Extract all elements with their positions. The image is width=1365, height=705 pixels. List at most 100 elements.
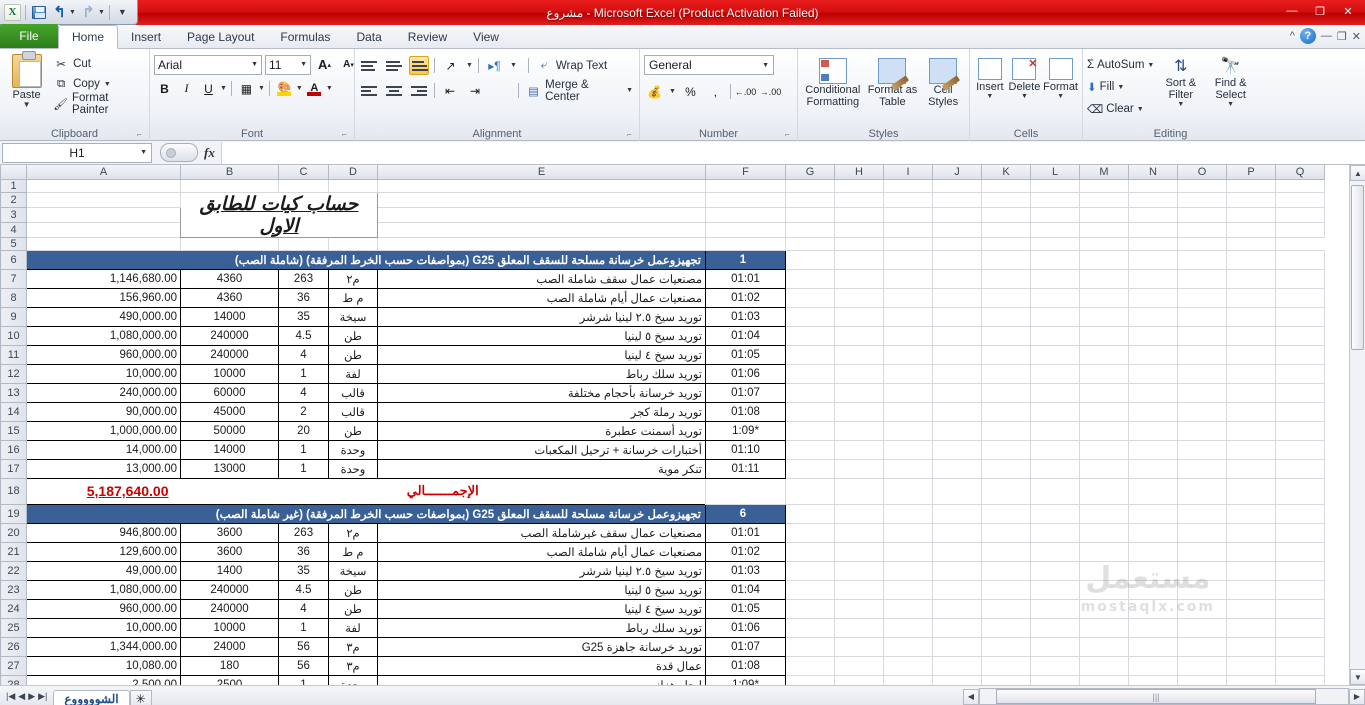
cell[interactable] [1226,221,1276,238]
cell[interactable] [1226,236,1276,251]
cell[interactable] [1030,249,1080,270]
section1-header-number[interactable]: 1 [705,249,786,270]
cell[interactable] [1128,420,1178,441]
cell-unit[interactable]: سيخة [328,560,378,581]
cell[interactable] [1275,541,1325,562]
cell[interactable] [883,503,933,524]
select-all-corner[interactable] [0,165,27,180]
cell[interactable] [1226,178,1276,193]
row-header[interactable]: 6 [0,249,27,270]
cell[interactable] [981,268,1031,289]
cell[interactable] [883,401,933,422]
cell[interactable] [834,598,884,619]
cell-unit-price[interactable]: 60000 [180,382,279,403]
cell[interactable] [1275,636,1325,657]
cell-amount[interactable]: 13,000.00 [26,458,181,479]
cell[interactable] [705,236,786,251]
cell[interactable] [1177,344,1227,365]
cell[interactable] [785,541,835,562]
cell[interactable] [1275,522,1325,543]
cell[interactable] [883,221,933,238]
cell[interactable] [1226,655,1276,676]
copy-button[interactable]: ⧉ Copy ▼ [51,74,145,94]
cell[interactable] [1128,477,1178,505]
cell[interactable] [1079,522,1129,543]
cell[interactable] [1275,344,1325,365]
cell-quantity[interactable]: 1 [278,363,329,384]
cell[interactable] [705,477,786,505]
column-header-d[interactable]: D [328,165,378,180]
cell-description[interactable]: تنكر موية [377,458,706,479]
cell-code[interactable]: 01:03 [705,306,786,327]
prev-sheet-icon[interactable]: ◀ [18,691,25,702]
hscroll-left-icon[interactable]: ◀ [963,688,979,705]
cell[interactable] [883,325,933,346]
cell[interactable] [834,401,884,422]
cell[interactable] [1226,636,1276,657]
paste-button[interactable]: Paste ▼ [4,51,49,109]
redo-icon[interactable]: ↱ [80,4,97,21]
restore-window-icon[interactable]: ❐ [1337,30,1347,43]
cell[interactable] [785,579,835,600]
wrap-text-button[interactable]: ⤶ Wrap Text [534,56,609,76]
cell[interactable] [932,439,982,460]
cell[interactable] [1128,236,1178,251]
number-format-select[interactable]: General ▼ [644,55,774,75]
row-header[interactable]: 13 [0,382,27,403]
cell[interactable] [981,522,1031,543]
close-button[interactable]: ✕ [1335,2,1361,20]
cell[interactable] [1226,382,1276,403]
cell[interactable] [1275,420,1325,441]
cell-description[interactable]: توريد أسمنت عطبرة [377,420,706,441]
cell[interactable] [1177,382,1227,403]
align-center-icon[interactable] [384,81,404,100]
delete-cells-button[interactable]: ✕ Delete ▼ [1008,56,1041,100]
cell[interactable] [377,178,706,193]
cell[interactable] [834,178,884,193]
cell[interactable] [1275,503,1325,524]
cell-description[interactable]: توريد خرسانة جاهزة G25 [377,636,706,657]
cell-unit-price[interactable]: 13000 [180,458,279,479]
cell[interactable] [981,420,1031,441]
cell[interactable] [834,655,884,676]
cell[interactable] [1275,401,1325,422]
cell[interactable] [1030,363,1080,384]
row-header[interactable]: 15 [0,420,27,441]
cell-quantity[interactable]: 35 [278,560,329,581]
cell[interactable] [1128,401,1178,422]
cell[interactable] [1275,268,1325,289]
row-header[interactable]: 1 [0,178,27,193]
cell-unit-price[interactable]: 240000 [180,344,279,365]
cell[interactable] [1079,382,1129,403]
cell[interactable] [981,617,1031,638]
restore-button[interactable]: ❐ [1307,2,1333,20]
cell[interactable] [1177,178,1227,193]
align-top-icon[interactable] [359,56,379,75]
cell[interactable] [1030,598,1080,619]
cell[interactable] [1226,401,1276,422]
cell[interactable] [1030,655,1080,676]
cell[interactable] [1128,325,1178,346]
cell[interactable] [1128,503,1178,524]
cell-unit-price[interactable]: 50000 [180,420,279,441]
cell[interactable] [932,636,982,657]
cell-description[interactable]: توريد سلك رباط [377,617,706,638]
cell[interactable] [1128,655,1178,676]
cell[interactable] [981,363,1031,384]
collapse-ribbon-icon[interactable]: ^ [1290,30,1295,42]
cell[interactable] [1128,306,1178,327]
cell[interactable] [1177,325,1227,346]
font-dialog-launcher[interactable]: ⌐ [342,130,351,139]
cell[interactable] [883,458,933,479]
column-header-g[interactable]: G [785,165,835,180]
cell-description[interactable]: إيجار هزاز [377,674,706,685]
cell[interactable] [1177,579,1227,600]
cell-description[interactable]: مصنعيات عمال سقف غيرشاملة الصب [377,522,706,543]
increase-indent-icon[interactable]: ⇥ [465,80,485,101]
cell-amount[interactable]: 2,500.00 [26,674,181,685]
cell[interactable] [705,206,786,223]
cell[interactable] [981,382,1031,403]
cell[interactable] [1079,541,1129,562]
cell[interactable] [834,579,884,600]
cell[interactable] [1275,249,1325,270]
